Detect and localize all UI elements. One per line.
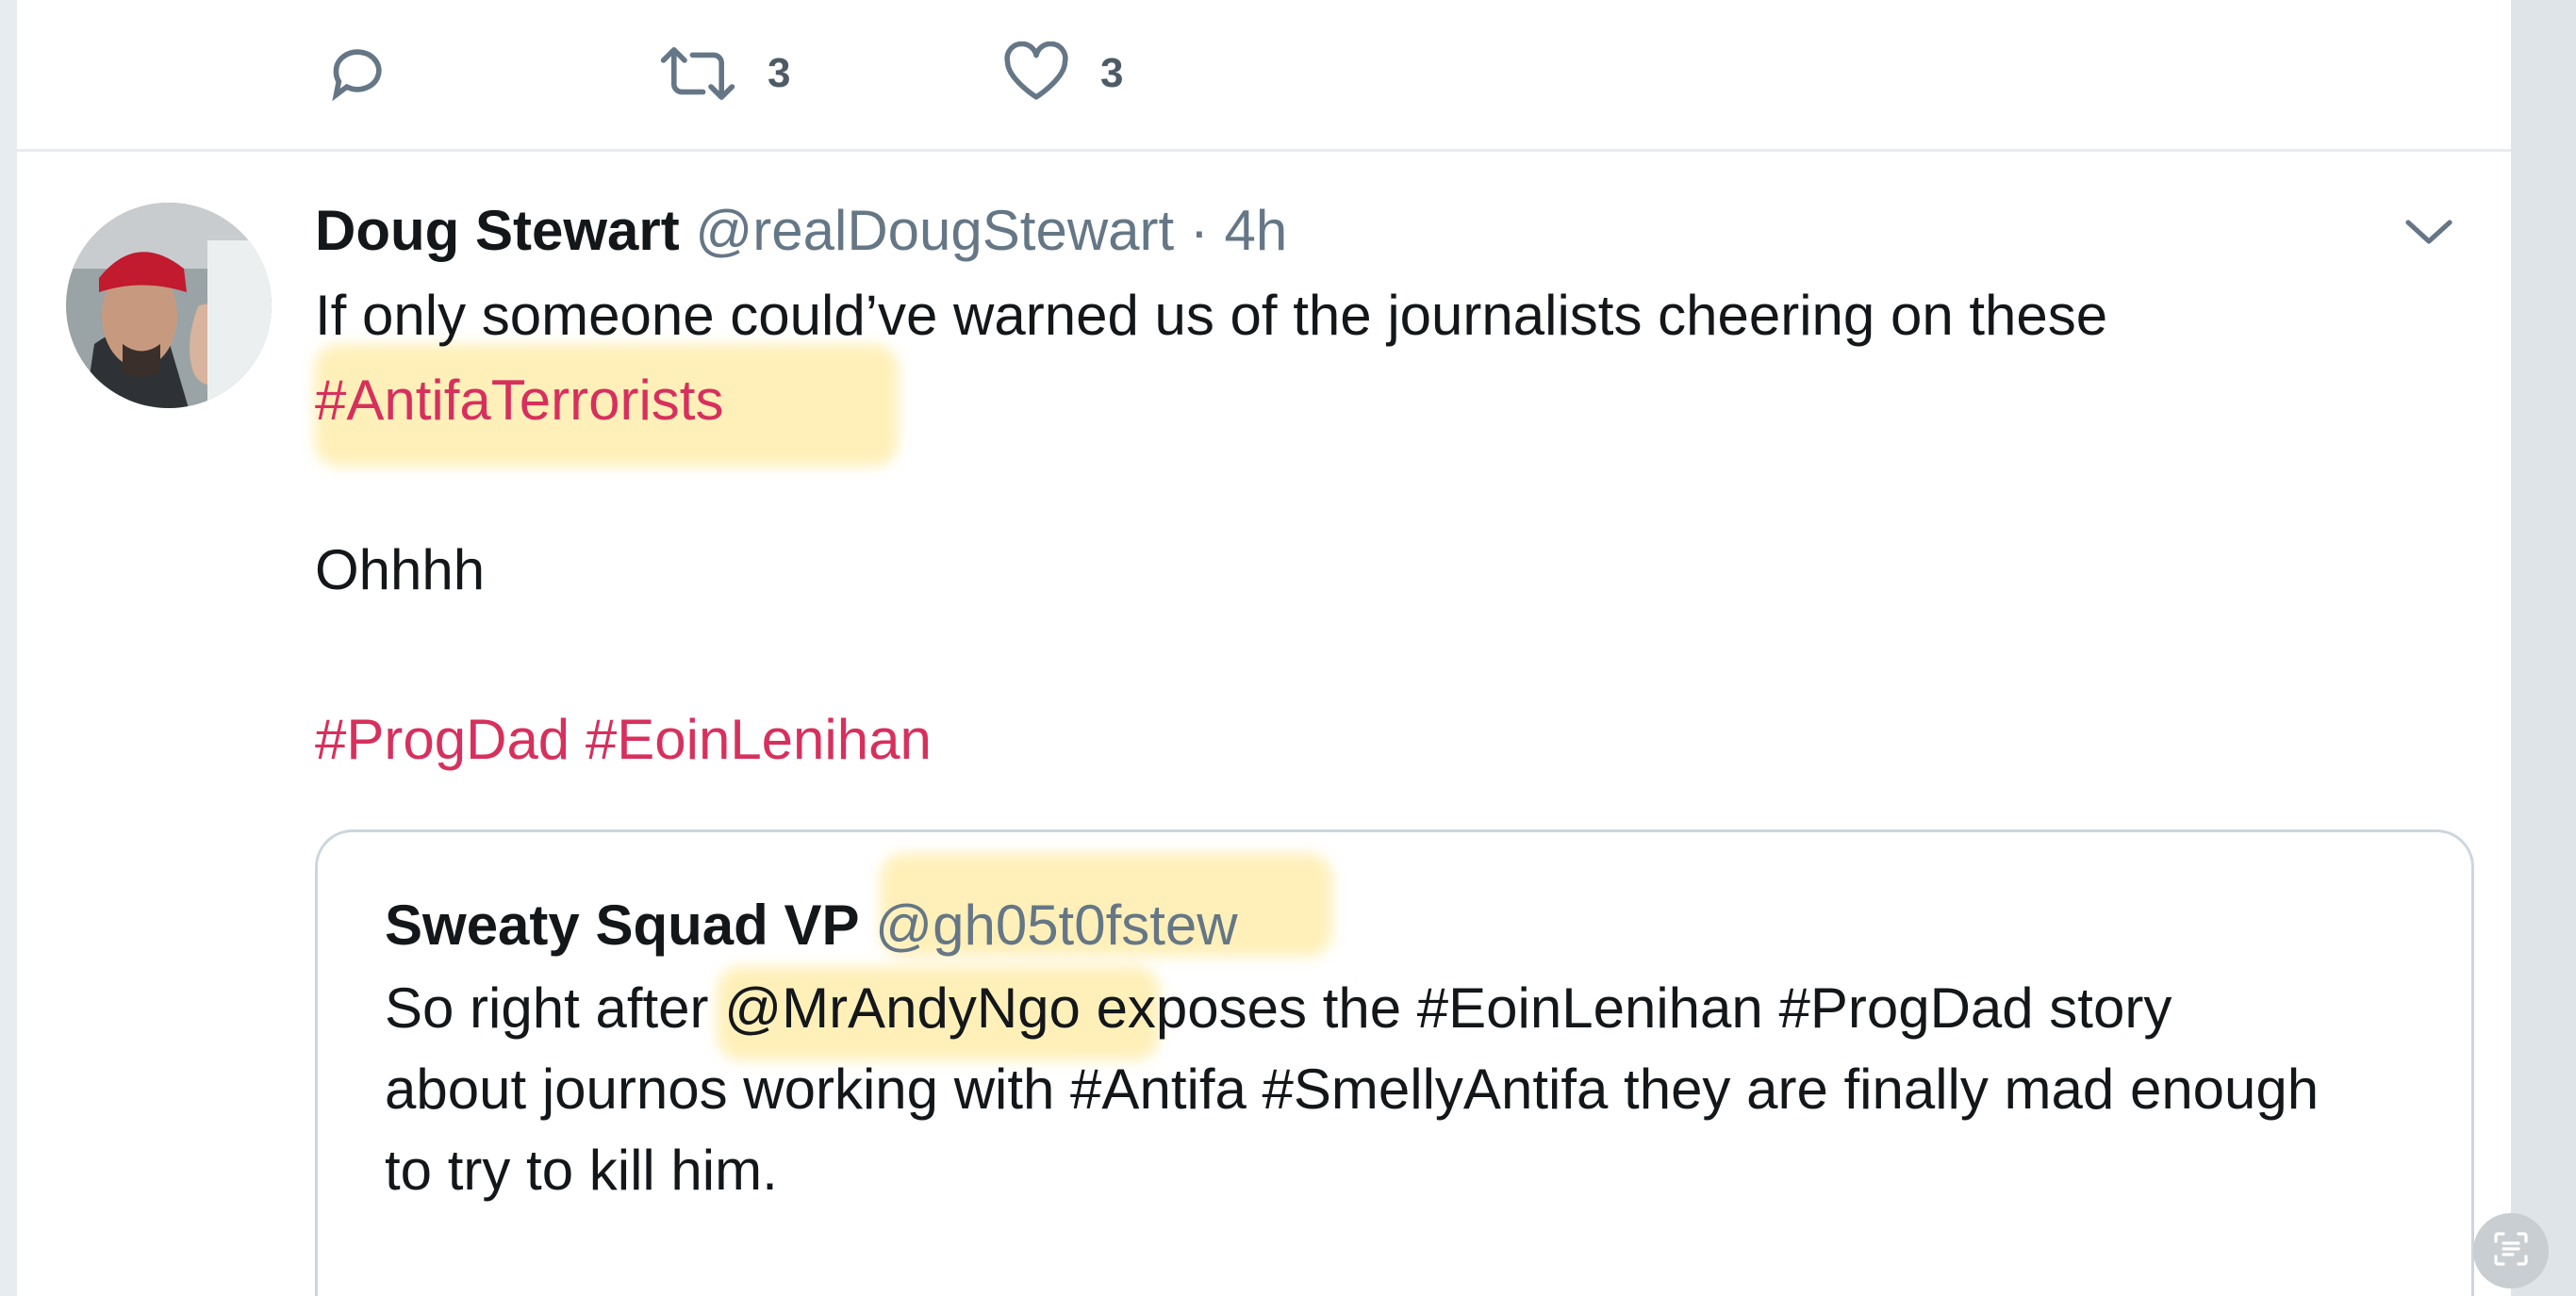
timeline-feed: 3 3 Doug Stewart @realDougStewart · 4h I… bbox=[17, 0, 2511, 1296]
retweet-icon bbox=[658, 41, 737, 106]
quoted-author-handle: @gh05t0fstew bbox=[875, 894, 1238, 957]
tweet-header: Doug Stewart @realDougStewart · 4h bbox=[315, 193, 1287, 269]
hashtag-link[interactable]: #AntifaTerrorists bbox=[315, 369, 723, 432]
chevron-down-icon bbox=[2403, 220, 2455, 253]
tweet-divider bbox=[17, 149, 2511, 152]
quoted-text-prefix: So right after bbox=[385, 976, 709, 1040]
speech-bubble-icon bbox=[328, 41, 392, 106]
tweet-text-line-3: Ohhhh bbox=[315, 538, 486, 601]
retweet-count: 3 bbox=[768, 50, 791, 96]
heart-icon bbox=[1002, 41, 1070, 106]
mention-link: @MrAndyNgo bbox=[724, 976, 1081, 1040]
quoted-tweet-text-line-2: about journos working with #Antifa #Smel… bbox=[385, 1058, 2320, 1121]
text-recognition-icon bbox=[2492, 1230, 2530, 1272]
page-scrollbar[interactable] bbox=[2511, 0, 2576, 1296]
reply-button[interactable] bbox=[328, 36, 392, 111]
retweet-button[interactable]: 3 bbox=[658, 36, 790, 111]
tweet-text-line-1: If only someone could’ve warned us of th… bbox=[315, 284, 2108, 347]
tweet-text-line-2: #AntifaTerrorists bbox=[315, 363, 723, 438]
text-recognition-button[interactable] bbox=[2473, 1213, 2549, 1288]
hashtag-link[interactable]: #EoinLenihan bbox=[586, 708, 932, 771]
like-count: 3 bbox=[1100, 50, 1124, 96]
author-name[interactable]: Doug Stewart bbox=[315, 199, 680, 262]
hashtag-link[interactable]: #ProgDad bbox=[315, 708, 570, 771]
quoted-tweet-header: Sweaty Squad VP @gh05t0fstew bbox=[385, 888, 1238, 963]
quoted-tweet-text-line-1: So right after @MrAndyNgo exposes the #E… bbox=[385, 971, 2171, 1046]
separator-dot: · bbox=[1189, 199, 1209, 262]
quoted-text-suffix: exposes the #EoinLenihan #ProgDad story bbox=[1096, 976, 2172, 1040]
quoted-tweet-text-line-3: to try to kill him. bbox=[385, 1139, 778, 1202]
like-button[interactable]: 3 bbox=[1002, 36, 1123, 111]
quoted-author-name: Sweaty Squad VP bbox=[385, 894, 860, 957]
author-handle[interactable]: @realDougStewart bbox=[695, 199, 1174, 262]
avatar[interactable] bbox=[66, 203, 272, 408]
tweet-menu-button[interactable] bbox=[2403, 215, 2455, 254]
tweet-hashtags-line: #ProgDad #EoinLenihan bbox=[315, 702, 932, 778]
tweet-timestamp[interactable]: 4h bbox=[1225, 199, 1288, 262]
